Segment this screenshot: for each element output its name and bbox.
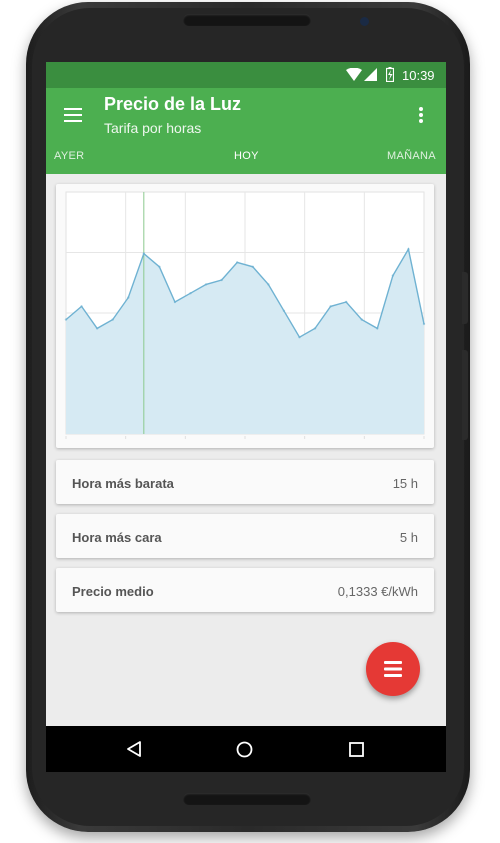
more-vert-icon[interactable] <box>418 106 424 124</box>
chart-data-point <box>173 300 177 304</box>
chart-data-point <box>251 265 254 268</box>
chart-data-point <box>220 278 223 282</box>
chart-data-point <box>267 283 270 286</box>
battery-icon <box>386 67 394 82</box>
status-time: 10:39 <box>402 68 435 83</box>
chart-data-point <box>298 336 301 339</box>
signal-icon <box>364 68 377 81</box>
chart-data-point <box>282 309 286 312</box>
chart-data-point <box>111 318 114 321</box>
chart-data-point <box>95 327 99 330</box>
average-price-value: 0,1333 €/kWh <box>337 584 418 599</box>
cheapest-hour-card: Hora más barata 15 h <box>56 460 434 504</box>
app-bar: Precio de la Luz Tarifa por horas AYER H… <box>46 88 446 174</box>
cheapest-hour-value: 15 h <box>392 476 418 491</box>
navigation-bar <box>46 726 446 772</box>
volume-button[interactable] <box>462 350 468 440</box>
app-subtitle: Tarifa por horas <box>104 120 202 136</box>
chart-data-point <box>80 305 83 308</box>
chart-data-point <box>376 327 379 330</box>
chart-data-point <box>142 252 146 255</box>
chart-data-point <box>360 318 363 321</box>
app-screen: 10:39 Precio de la Luz Tarifa por horas … <box>46 62 446 726</box>
chart-data-point <box>127 296 130 299</box>
front-camera <box>360 17 369 26</box>
app-title: Precio de la Luz <box>104 94 242 114</box>
tab-ayer[interactable]: AYER <box>54 150 84 162</box>
price-chart[interactable] <box>56 184 434 448</box>
most-expensive-hour-label: Hora más cara <box>72 530 162 545</box>
earpiece-speaker <box>183 14 311 26</box>
power-button[interactable] <box>462 272 468 324</box>
tab-manana[interactable]: MAÑANA <box>387 150 436 162</box>
chart-data-point <box>204 283 208 286</box>
status-bar: 10:39 <box>46 62 446 88</box>
chart-data-point <box>64 318 68 321</box>
price-chart-card <box>56 184 434 448</box>
chart-data-point <box>236 261 239 264</box>
home-icon[interactable] <box>236 741 253 758</box>
bottom-speaker <box>183 793 311 805</box>
cheapest-hour-label: Hora más barata <box>72 476 174 491</box>
average-price-label: Precio medio <box>72 584 154 599</box>
chart-data-point <box>422 322 426 326</box>
most-expensive-hour-card: Hora más cara 5 h <box>56 514 434 558</box>
chart-data-point <box>391 274 395 277</box>
tab-hoy[interactable]: HOY <box>234 150 259 162</box>
chart-data-point <box>189 292 192 295</box>
chart-data-point <box>313 327 317 330</box>
list-icon <box>384 661 402 677</box>
hamburger-menu-icon[interactable] <box>64 108 84 122</box>
chart-data-point <box>407 248 410 251</box>
chart-data-point <box>158 265 161 268</box>
chart-data-point <box>344 300 348 304</box>
list-fab-button[interactable] <box>366 642 420 696</box>
most-expensive-hour-value: 5 h <box>399 530 418 545</box>
recents-icon[interactable] <box>349 742 364 757</box>
chart-data-point <box>329 305 332 308</box>
average-price-card: Precio medio 0,1333 €/kWh <box>56 568 434 612</box>
back-icon[interactable] <box>126 741 142 757</box>
wifi-icon <box>346 68 362 81</box>
